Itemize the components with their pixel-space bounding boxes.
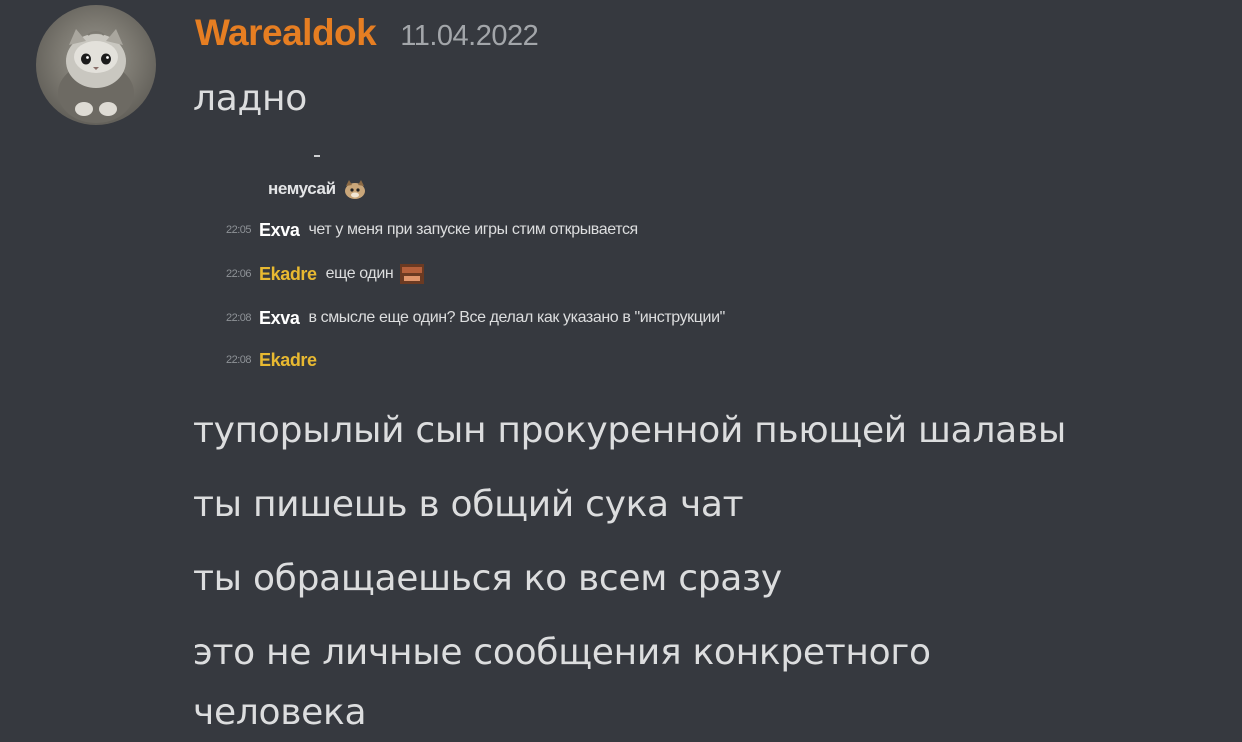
attachment-row-author: Ekadre <box>259 349 317 370</box>
avatar[interactable] <box>36 5 156 125</box>
attachment-row-text: еще один <box>325 265 394 282</box>
message-line: тупорылый сын прокуренной пьющей шалавы <box>193 410 1066 451</box>
attachment-row-author: Ekadre <box>259 263 317 284</box>
attachment-row-time: 22:06 <box>225 268 252 280</box>
attachment-row: 22:08 Ekadre <box>193 347 326 373</box>
message-line: человека <box>193 692 367 733</box>
message-line: это не личные сообщения конкретного <box>193 632 931 673</box>
author-username[interactable]: Warealdok <box>195 12 377 54</box>
attachment-row: 22:06 Ekadre еще один <box>193 261 425 287</box>
cat-avatar-image <box>58 29 134 123</box>
attachment-row-time: 22:08 <box>225 312 252 324</box>
attachment-header-text: немусай <box>268 179 336 198</box>
message-line: ты обращаешься ко всем сразу <box>193 558 782 599</box>
attachment-row: 22:05 Exva чет у меня при запуске игры с… <box>193 217 638 243</box>
attachment-row-text: чет у меня при запуске игры стим открыва… <box>308 221 638 238</box>
message-line: ладно <box>193 78 308 119</box>
attachment-dash <box>314 155 320 157</box>
attachment-row: 22:08 Exva в смысле еще один? Все делал … <box>193 305 725 331</box>
attachment-row-author: Exva <box>259 219 300 240</box>
attachment-header-row: немусай <box>193 176 368 202</box>
attachment-row-time: 22:08 <box>225 354 252 366</box>
message-timestamp[interactable]: 11.04.2022 <box>400 20 539 53</box>
message-header: Warealdok 11.04.2022 <box>195 12 539 64</box>
message-line: ты пишешь в общий сука чат <box>193 484 744 525</box>
attachment-row-author: Exva <box>259 307 300 328</box>
cat-emoji-icon <box>342 178 368 200</box>
attachment-row-text: в смысле еще один? Все делал как указано… <box>308 309 725 326</box>
attachment-row-time: 22:05 <box>225 224 252 236</box>
image-attachment[interactable]: немусай 22:05 Exva чет у меня при запуск… <box>193 140 1073 390</box>
face-emoji-icon <box>399 263 425 285</box>
